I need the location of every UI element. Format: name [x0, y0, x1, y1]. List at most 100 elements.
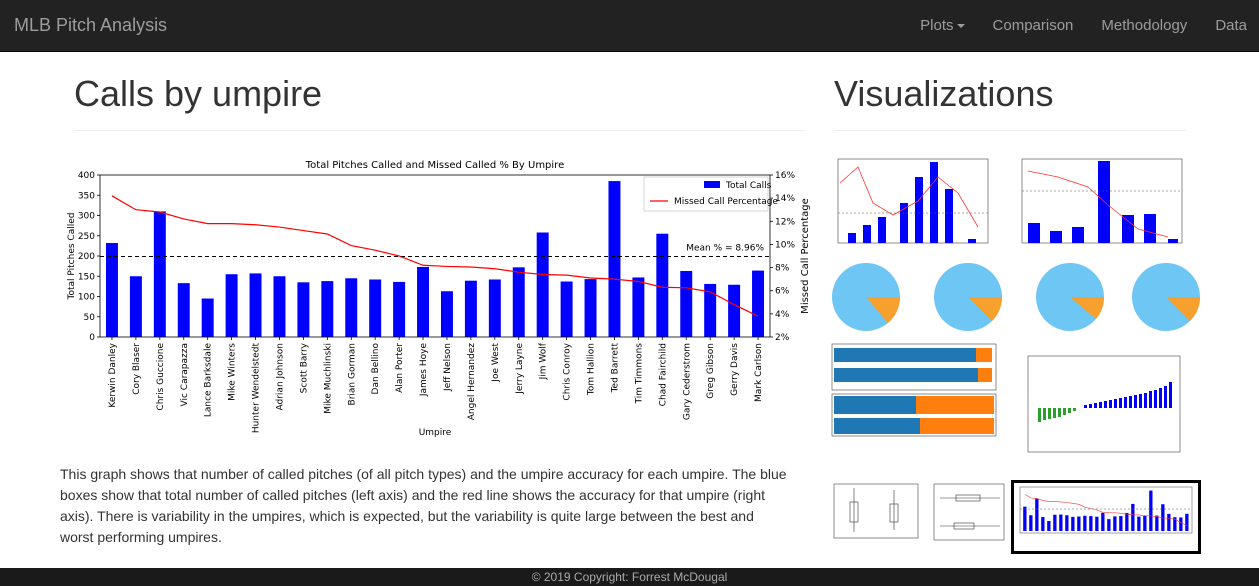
- brand-link[interactable]: MLB Pitch Analysis: [14, 15, 167, 36]
- y-axis-label: Total Pitches Called: [67, 213, 77, 301]
- bar-16: [488, 279, 501, 337]
- bar-12: [393, 281, 406, 337]
- thumb-bar-9: [1077, 516, 1081, 531]
- bar-17: [512, 267, 525, 337]
- bar-21: [608, 181, 621, 337]
- bar-2: [153, 211, 166, 337]
- bar-8: [297, 282, 310, 337]
- y2-tick-label-3: 8%: [775, 264, 790, 274]
- thumb-pie-3[interactable]: [1022, 253, 1117, 335]
- x-tick-label-18: Jim Wolf: [539, 342, 549, 380]
- x-tick-label-10: Brian Gorman: [347, 343, 357, 405]
- umpire-chart: Total Pitches Called and Missed Called %…: [67, 160, 811, 438]
- y2-tick-label-5: 12%: [775, 217, 795, 227]
- thumb-bar-5: [1053, 514, 1057, 531]
- y2-axis-label: Missed Call Percentage: [800, 198, 811, 314]
- bar-23: [656, 233, 669, 337]
- thumb-bar-14: [1107, 519, 1111, 531]
- legend-bar-swatch: [704, 181, 720, 188]
- sidebar-divider: [834, 130, 1186, 131]
- thumb-leading-pitches-chart: [1027, 355, 1181, 453]
- thumb-boxplot-1[interactable]: [818, 480, 923, 550]
- bar-9: [321, 281, 334, 337]
- y-tick-label-8: 400: [78, 171, 95, 181]
- thumb-umpire[interactable]: [1011, 480, 1201, 554]
- bar-20: [584, 279, 597, 337]
- thumb-bar-15: [1113, 516, 1117, 531]
- thumb-bar-27: [1185, 513, 1189, 531]
- x-tick-label-3: Vic Carapazza: [180, 343, 190, 406]
- x-tick-label-16: Joe West: [491, 343, 501, 383]
- thumb-pie-1[interactable]: [818, 253, 913, 335]
- thumb-bar-11: [1089, 516, 1093, 531]
- y-tick-label-5: 250: [78, 232, 95, 242]
- y-tick-label-1: 50: [84, 313, 96, 323]
- y-tick-label-6: 300: [78, 212, 95, 222]
- nav-plots-label: Plots: [920, 17, 954, 34]
- thumb-bar-8: [1071, 516, 1075, 531]
- navbar: MLB Pitch Analysis Plots Comparison Meth…: [0, 0, 1259, 52]
- bar-11: [369, 279, 382, 337]
- x-tick-label-2: Chris Guccione: [156, 343, 166, 411]
- thumb-pie-2-chart: [934, 263, 1002, 331]
- bar-13: [417, 266, 430, 337]
- thumb-bar-2: [1035, 498, 1039, 531]
- thumb-bar-24: [1167, 513, 1171, 531]
- thumb-boxplot-2[interactable]: [926, 480, 1008, 550]
- nav-data[interactable]: Data: [1201, 0, 1259, 52]
- x-tick-label-5: Mike Winters: [228, 343, 238, 401]
- bar-19: [560, 281, 573, 337]
- bar-5: [225, 274, 238, 337]
- title-divider: [74, 130, 805, 131]
- thumb-bar-1: [1029, 515, 1033, 531]
- x-tick-label-12: Alan Porter: [395, 343, 405, 393]
- thumb-boxplot-2-chart: [933, 483, 1005, 541]
- thumb-pitch-type-chart: [1021, 158, 1183, 244]
- nav-methodology[interactable]: Methodology: [1087, 0, 1201, 52]
- y-tick-label-3: 150: [78, 272, 95, 282]
- x-tick-label-6: Hunter Wendelstedt: [252, 343, 262, 434]
- legend-line-label: Missed Call Percentage: [674, 197, 779, 207]
- thumb-pitch-type[interactable]: [1008, 153, 1198, 253]
- thumb-bar-17: [1125, 512, 1129, 531]
- x-axis-label: Umpire: [419, 428, 452, 438]
- y2-tick-label-1: 4%: [775, 310, 790, 320]
- bar-1: [129, 276, 142, 337]
- thumb-pitch-count[interactable]: [818, 153, 1008, 253]
- bar-10: [345, 278, 358, 337]
- thumb-home-away-chart: [831, 343, 997, 437]
- thumb-pie-1-chart: [832, 263, 901, 331]
- x-tick-label-0: Kerwin Danley: [108, 342, 118, 407]
- nav-plots-dropdown[interactable]: Plots: [906, 0, 978, 52]
- thumb-leading-pitches[interactable]: [1018, 348, 1188, 476]
- y-tick-label-2: 100: [78, 293, 95, 303]
- thumb-pie-4-chart: [1132, 263, 1200, 331]
- x-tick-label-14: Jeff Nelson: [443, 343, 453, 392]
- thumb-boxplot-1-chart: [833, 483, 919, 539]
- nav-comparison[interactable]: Comparison: [979, 0, 1088, 52]
- thumb-bar-21: [1149, 490, 1153, 531]
- bar-24: [680, 270, 693, 337]
- thumb-bar-26: [1179, 517, 1183, 531]
- thumb-home-away[interactable]: [818, 338, 1000, 450]
- thumb-pitch-count-chart: [837, 158, 989, 244]
- x-tick-label-23: Chad Fairchild: [658, 343, 668, 406]
- page-title: Calls by umpire: [74, 73, 323, 114]
- thumb-bar-18: [1131, 503, 1135, 531]
- nav-menu: Plots Comparison Methodology Data: [906, 0, 1259, 52]
- x-tick-label-25: Greg Gibson: [706, 343, 716, 399]
- y-tick-label-0: 0: [89, 333, 95, 343]
- thumb-pie-4[interactable]: [1120, 253, 1215, 335]
- x-tick-label-8: Scott Barry: [299, 342, 309, 393]
- thumb-bar-20: [1143, 515, 1147, 531]
- bar-26: [728, 284, 741, 337]
- bar-22: [632, 277, 645, 337]
- y2-tick-label-4: 10%: [775, 240, 795, 250]
- x-tick-label-24: Gary Cederstrom: [682, 343, 692, 420]
- thumb-pie-2[interactable]: [920, 253, 1015, 335]
- thumb-bar-12: [1095, 516, 1099, 531]
- legend-bar-label: Total Calls: [725, 181, 772, 191]
- x-tick-label-17: Jerry Layne: [515, 343, 525, 395]
- thumb-bar-16: [1119, 516, 1123, 531]
- footer: © 2019 Copyright: Forrest McDougal: [0, 568, 1259, 586]
